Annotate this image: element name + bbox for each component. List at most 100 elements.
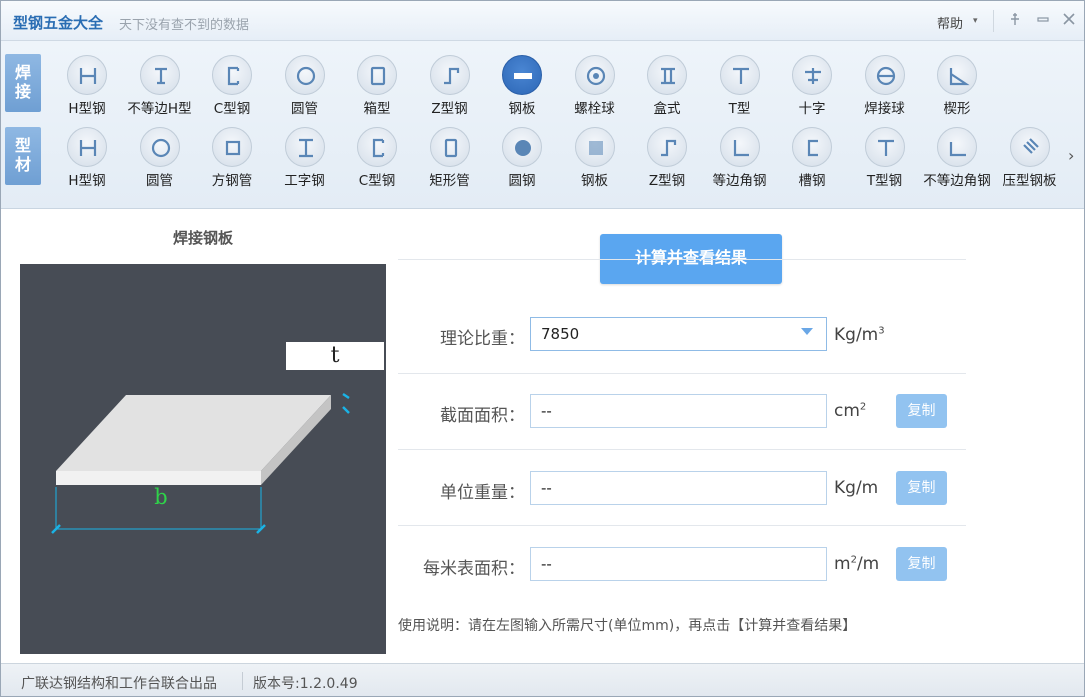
tool-button[interactable]: 十字 (774, 55, 850, 117)
toolbar: 焊 接 型 材 H型钢 不等边H型 C型钢 圆管 箱型 Z型钢 钢板 螺栓球 盒式 T型 十字 焊接球… (1, 41, 1084, 209)
copy-surface-button[interactable]: 复制 (896, 547, 947, 581)
tool-button[interactable]: 钢板 (557, 127, 633, 189)
density-value: 7850 (541, 325, 580, 343)
chevron-down-icon[interactable]: ▾ (973, 16, 978, 26)
divider (398, 525, 966, 526)
tool-button[interactable]: 矩形管 (412, 127, 488, 189)
surface-unit: m2/m (834, 554, 880, 574)
c-channel-icon (357, 127, 397, 167)
panel-title: 焊接钢板 (172, 229, 233, 247)
tool-label: Z型钢 (431, 101, 468, 117)
tool-label: 楔形 (943, 101, 971, 117)
wedge-icon (937, 55, 977, 95)
dim-tick-t-top (342, 392, 350, 400)
density-select[interactable]: 7850 (530, 317, 827, 351)
tool-button[interactable]: Z型钢 (629, 127, 705, 189)
tool-button[interactable]: 圆管 (267, 55, 343, 117)
divider (993, 10, 994, 32)
tool-button[interactable]: T型 (702, 55, 778, 117)
category-tab-welding[interactable]: 焊 接 (5, 54, 41, 112)
tool-label: 十字 (798, 101, 826, 117)
category-tab-profiles[interactable]: 型 材 (5, 127, 41, 185)
category-tab-label: 接 (14, 82, 31, 101)
status-version: 版本号:1.2.0.49 (253, 676, 358, 692)
area-field[interactable]: -- (530, 394, 827, 428)
tool-button[interactable]: 钢板 (484, 55, 560, 117)
tool-button[interactable]: 焊接球 (847, 55, 923, 117)
category-tab-label: 焊 (14, 63, 31, 82)
surface-label: 每米表面积： (423, 559, 525, 579)
tool-label: 圆管 (146, 173, 173, 189)
divider (398, 259, 966, 260)
close-icon[interactable] (1061, 11, 1077, 29)
tool-button[interactable]: 槽钢 (774, 127, 850, 189)
tool-label: 圆钢 (508, 173, 536, 189)
help-menu[interactable]: 帮助 (937, 13, 963, 32)
tool-button[interactable]: 楔形 (919, 55, 995, 117)
tool-button[interactable]: 圆管 (122, 127, 198, 189)
chevron-right-icon[interactable]: › (1068, 146, 1074, 165)
t-section-icon (864, 127, 905, 167)
tool-button[interactable]: 不等边H型 (122, 55, 198, 117)
bolt-ball-icon (574, 55, 615, 95)
tool-label: 圆管 (291, 101, 318, 117)
welded-ball-icon (864, 55, 905, 95)
tool-button[interactable]: 不等边角钢 (919, 127, 995, 189)
tool-label: 压型钢板 (1002, 173, 1057, 189)
round-pipe-icon (284, 55, 325, 95)
status-bar: 广联达钢结构和工作台联合出品 版本号:1.2.0.49 (1, 663, 1084, 696)
t-section-icon (719, 55, 760, 95)
tool-label: 等边角钢 (712, 173, 767, 189)
tool-button[interactable]: H型钢 (49, 55, 125, 117)
density-label: 理论比重： (440, 329, 525, 349)
equal-angle-icon (719, 127, 760, 167)
plate-top-face (56, 395, 331, 471)
h-beam-icon (67, 127, 107, 167)
chevron-down-icon[interactable] (801, 328, 813, 335)
tool-label: 焊接球 (864, 101, 905, 117)
rect-tube-icon (429, 127, 470, 167)
pin-icon[interactable] (1007, 11, 1023, 29)
tool-button[interactable]: 压型钢板 (992, 127, 1068, 189)
copy-weight-button[interactable]: 复制 (896, 471, 947, 505)
area-unit: cm2 (834, 401, 867, 421)
tool-label: C型钢 (213, 101, 251, 117)
channel-icon (792, 127, 832, 167)
tool-button[interactable]: H型钢 (49, 127, 125, 189)
tool-label: 箱型 (363, 101, 391, 117)
tool-label: 不等边H型 (127, 101, 192, 117)
category-tab-label: 材 (14, 155, 31, 174)
tool-button[interactable]: 螺栓球 (557, 55, 633, 117)
tool-button[interactable]: 等边角钢 (702, 127, 778, 189)
copy-area-button[interactable]: 复制 (896, 394, 947, 428)
tool-button[interactable]: 方钢管 (194, 127, 270, 189)
divider (398, 373, 966, 374)
tool-label: Z型钢 (648, 173, 686, 189)
box-type-icon (647, 55, 687, 95)
tool-button[interactable]: T型钢 (847, 127, 923, 189)
dim-input-t[interactable]: t (286, 342, 384, 370)
h-beam-icon (67, 55, 107, 95)
app-window: 型钢五金大全 天下没有查不到的数据 帮助 ▾ 焊 接 型 材 H型钢 不等边H型 C… (0, 0, 1085, 697)
profiled-sheet-icon (1009, 127, 1050, 167)
tool-button[interactable]: 工字钢 (267, 127, 343, 189)
tool-button[interactable]: 箱型 (339, 55, 415, 117)
minimize-icon[interactable] (1035, 11, 1051, 29)
tool-label: C型钢 (358, 173, 396, 189)
tool-button[interactable]: C型钢 (194, 55, 270, 117)
tool-button[interactable]: Z型钢 (412, 55, 488, 117)
tool-button[interactable]: 盒式 (629, 55, 705, 117)
status-credits: 广联达钢结构和工作台联合出品 (21, 676, 217, 692)
weight-field[interactable]: -- (530, 471, 827, 505)
tool-label: 钢板 (581, 173, 608, 189)
z-section-icon (429, 55, 470, 95)
round-pipe-icon (139, 127, 180, 167)
tool-button[interactable]: C型钢 (339, 127, 415, 189)
tool-button[interactable]: 圆钢 (484, 127, 560, 189)
tool-label: H型钢 (68, 101, 106, 117)
plate-diagram: b t (20, 264, 386, 654)
dim-tick-t-bottom (342, 406, 350, 414)
surface-field[interactable]: -- (530, 547, 827, 581)
divider (242, 672, 243, 690)
tool-label: 钢板 (508, 101, 536, 117)
